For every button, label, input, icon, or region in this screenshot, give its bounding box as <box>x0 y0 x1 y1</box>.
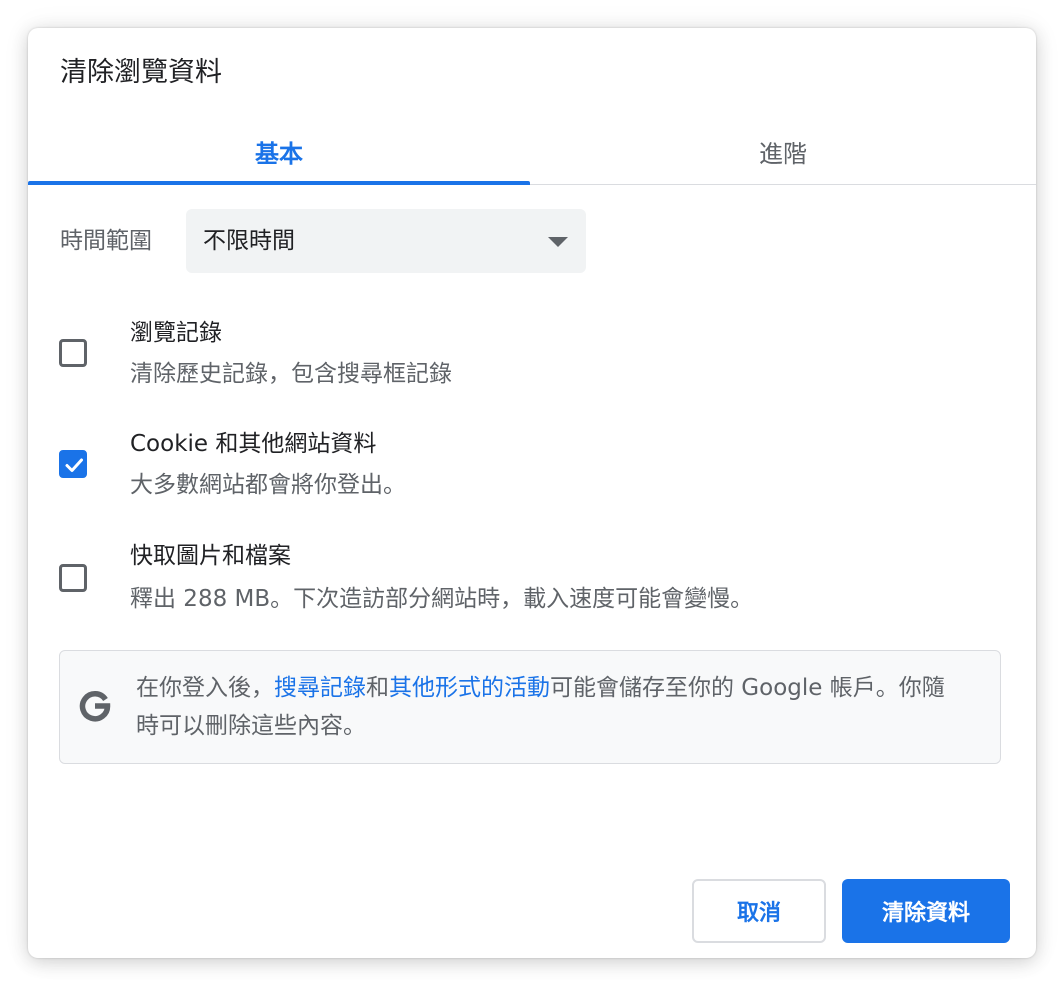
option-description: 釋出 288 MB。下次造訪部分網站時，載入速度可能會變慢。 <box>130 586 754 612</box>
info-text-part: 和 <box>366 675 389 701</box>
google-g-icon <box>79 691 111 722</box>
option-description: 清除歷史記錄，包含搜尋框記錄 <box>130 361 452 387</box>
option-description: 大多數網站都會將你登出。 <box>130 472 406 498</box>
dialog-title: 清除瀏覽資料 <box>60 57 222 88</box>
option-title: 瀏覽記錄 <box>130 320 222 346</box>
cookies-checkbox[interactable] <box>59 450 87 478</box>
other-activity-link[interactable]: 其他形式的活動 <box>389 675 550 701</box>
dropdown-arrow-icon <box>548 237 568 247</box>
google-account-info: 在你登入後，搜尋記錄和其他形式的活動可能會儲存至你的 Google 帳戶。你隨時… <box>59 650 1001 764</box>
tab-basic[interactable]: 基本 <box>28 118 530 184</box>
option-browsing-history: 瀏覽記錄 清除歷史記錄，包含搜尋框記錄 <box>28 313 1036 393</box>
time-range-select[interactable]: 不限時間 <box>186 209 586 273</box>
cancel-button[interactable]: 取消 <box>692 879 826 943</box>
time-range-label: 時間範圍 <box>60 228 152 254</box>
search-history-link[interactable]: 搜尋記錄 <box>274 675 366 701</box>
checkmark-icon <box>65 458 83 472</box>
tab-selected-indicator <box>28 181 530 185</box>
cached-images-checkbox[interactable] <box>59 564 87 592</box>
browsing-history-checkbox[interactable] <box>59 339 87 367</box>
clear-browsing-data-dialog: 清除瀏覽資料 基本 進階 時間範圍 不限時間 瀏覽記錄 清除歷史記錄，包含搜尋框… <box>28 28 1036 958</box>
screen: 清除瀏覽資料 基本 進階 時間範圍 不限時間 瀏覽記錄 清除歷史記錄，包含搜尋框… <box>0 0 1064 986</box>
tab-advanced[interactable]: 進階 <box>530 118 1036 184</box>
option-cookies: Cookie 和其他網站資料 大多數網站都會將你登出。 <box>28 424 1036 504</box>
info-text-part: 在你登入後， <box>136 675 274 701</box>
tab-bar: 基本 進階 <box>28 118 1036 185</box>
option-title: Cookie 和其他網站資料 <box>130 431 377 457</box>
option-title: 快取圖片和檔案 <box>130 543 291 569</box>
clear-data-button[interactable]: 清除資料 <box>842 879 1010 943</box>
time-range-value: 不限時間 <box>203 228 295 254</box>
info-text: 在你登入後，搜尋記錄和其他形式的活動可能會儲存至你的 Google 帳戶。你隨時… <box>136 669 966 745</box>
option-cached-images: 快取圖片和檔案 釋出 288 MB。下次造訪部分網站時，載入速度可能會變慢。 <box>28 538 1036 618</box>
